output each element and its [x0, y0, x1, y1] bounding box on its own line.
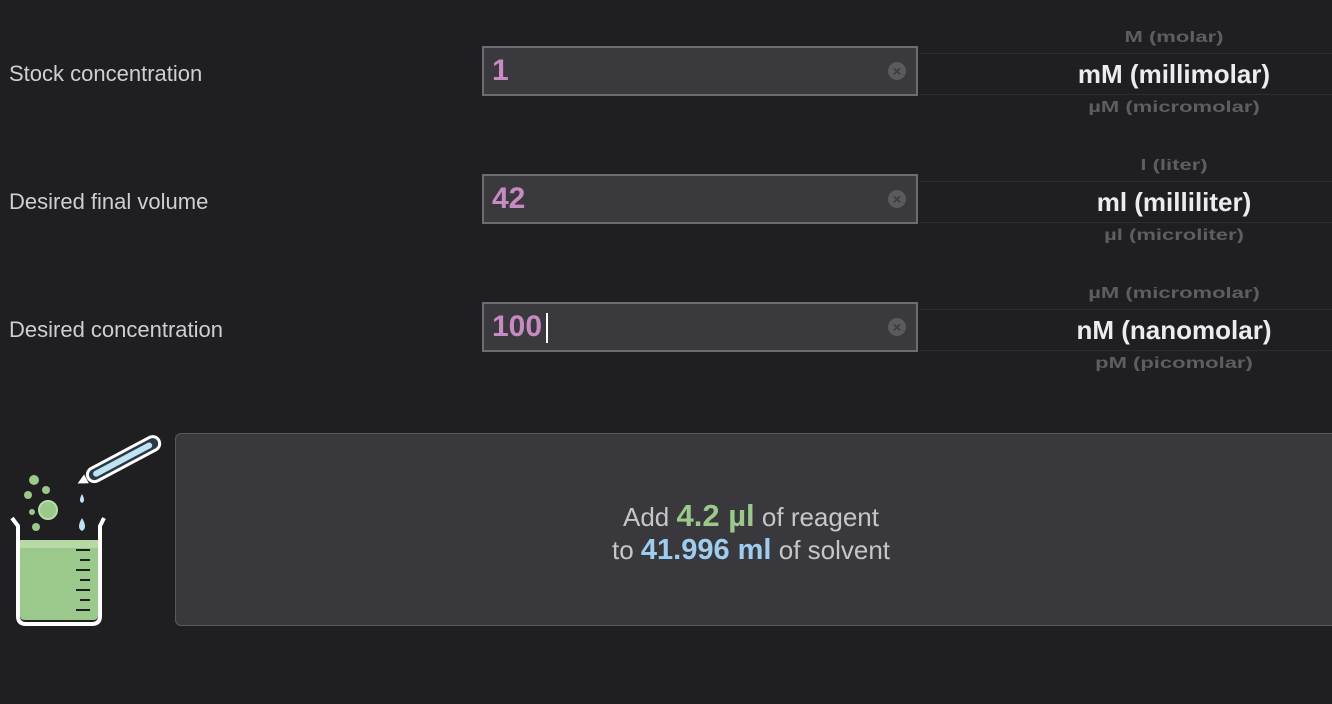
- result-line-reagent: Add 4.2 µl of reagent: [476, 498, 1026, 534]
- final-volume-input[interactable]: [492, 176, 872, 222]
- desired-concentration-unit-picker[interactable]: µM (micromolar) nM (nanomolar) pM (picom…: [920, 287, 1332, 371]
- result-panel: Add 4.2 µl of reagent to 41.996 ml of so…: [175, 433, 1332, 626]
- final-volume-field[interactable]: ×: [482, 174, 918, 224]
- clear-circle-icon[interactable]: ×: [888, 318, 906, 336]
- final-volume-label: Desired final volume: [9, 189, 209, 214]
- desired-concentration-label: Desired concentration: [9, 317, 224, 342]
- clear-circle-icon[interactable]: ×: [888, 190, 906, 208]
- final-volume-unit-picker[interactable]: l (liter) ml (milliliter) µl (microliter…: [920, 159, 1332, 243]
- stock-concentration-field[interactable]: ×: [482, 46, 918, 96]
- result-to-word: to: [611, 535, 634, 565]
- picker-option-selected[interactable]: mM (millimolar): [920, 59, 1332, 90]
- picker-option-next[interactable]: µM (micromolar): [920, 98, 1332, 115]
- picker-option-next[interactable]: µl (microliter): [920, 226, 1332, 243]
- text-cursor: [546, 313, 548, 343]
- picker-option-next[interactable]: pM (picomolar): [920, 354, 1332, 371]
- dilution-calculator: Stock concentration × M (molar) mM (mill…: [0, 0, 1332, 704]
- picker-option-prev[interactable]: µM (micromolar): [920, 287, 1332, 302]
- reagent-amount: 4.2 µl: [676, 498, 755, 533]
- result-add-word: Add: [622, 502, 670, 532]
- solvent-suffix: of solvent: [778, 535, 891, 565]
- stock-concentration-label: Stock concentration: [9, 61, 203, 86]
- picker-option-prev[interactable]: l (liter): [920, 159, 1332, 174]
- solvent-amount: 41.996 ml: [640, 534, 772, 566]
- stock-concentration-input[interactable]: [492, 48, 872, 94]
- reagent-suffix: of reagent: [761, 502, 879, 532]
- picker-option-selected[interactable]: nM (nanomolar): [920, 315, 1332, 346]
- picker-option-prev[interactable]: M (molar): [920, 31, 1332, 46]
- desired-concentration-field[interactable]: ×: [482, 302, 918, 352]
- stock-concentration-unit-picker[interactable]: M (molar) mM (millimolar) µM (micromolar…: [920, 31, 1332, 115]
- desired-concentration-input[interactable]: [492, 304, 872, 350]
- beaker-pipette-icon: [10, 435, 162, 626]
- picker-option-selected[interactable]: ml (milliliter): [920, 187, 1332, 218]
- result-line-solvent: to 41.996 ml of solvent: [476, 534, 1026, 567]
- clear-circle-icon[interactable]: ×: [888, 62, 906, 80]
